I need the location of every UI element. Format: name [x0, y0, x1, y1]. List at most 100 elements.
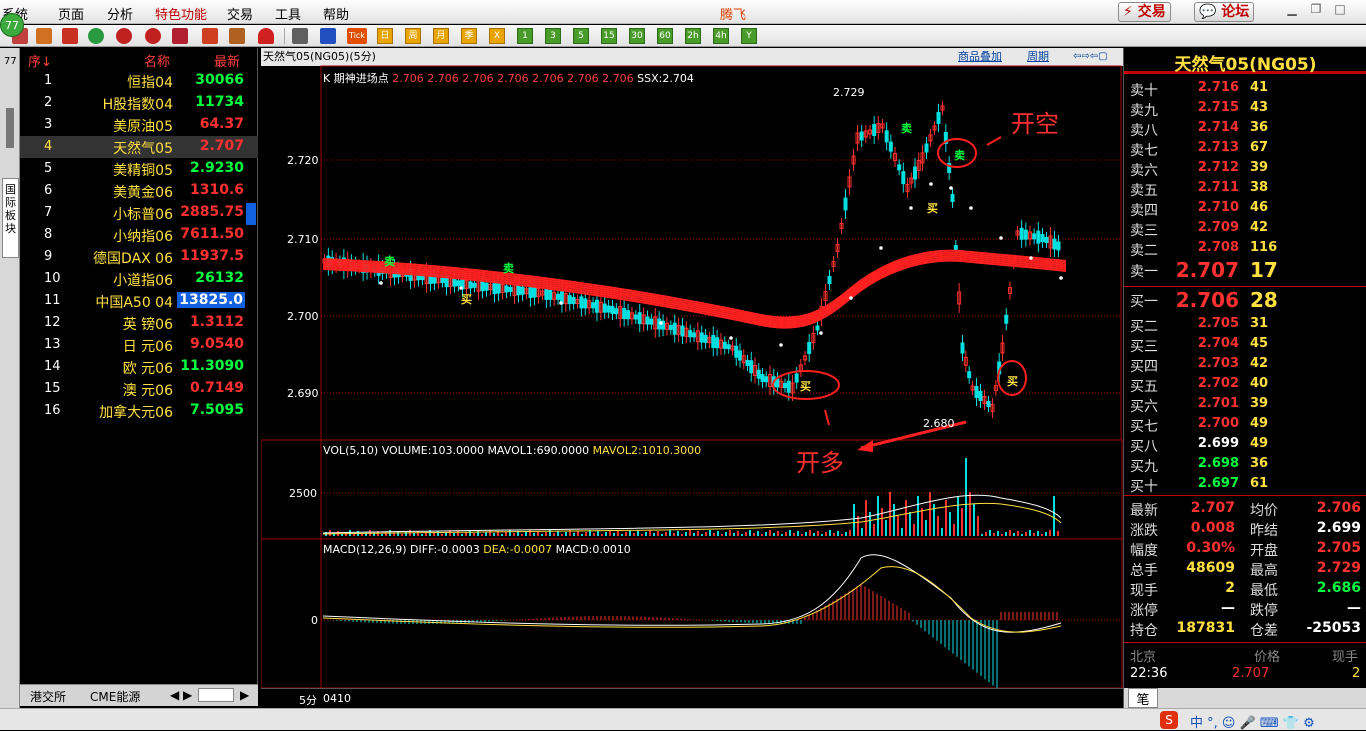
- tab-international-board[interactable]: 国际板块: [2, 178, 19, 258]
- quote-icon[interactable]: [62, 28, 78, 44]
- period-button-8[interactable]: 15: [601, 28, 617, 44]
- volume-bar: [949, 512, 951, 536]
- bid-price: 2.703: [1197, 356, 1239, 371]
- market-tabs-bar: 港交所 CME能源 ◀ ▶ ▶: [20, 684, 258, 706]
- col-name-header[interactable]: 名称: [144, 51, 170, 70]
- list-row[interactable]: 8 小纳指06 7611.50: [20, 224, 258, 246]
- zoom-out-icon[interactable]: [145, 28, 161, 44]
- volume-bar: [617, 531, 619, 536]
- ime-logo-icon[interactable]: S: [1160, 711, 1178, 729]
- list-row[interactable]: 3 美原油05 64.37: [20, 114, 258, 136]
- ime-tray-icons[interactable]: 中 °, ☺ 🎤 ⌨ 👕 ⚙: [1190, 712, 1315, 731]
- period-button-5[interactable]: 1: [517, 28, 533, 44]
- side-scroll-handle[interactable]: [6, 108, 14, 148]
- list-row[interactable]: 16 加拿大元06 7.5095: [20, 400, 258, 422]
- list-row[interactable]: 12 英 镑06 1.3112: [20, 312, 258, 334]
- bid-price: 2.699: [1197, 436, 1239, 451]
- quote-detail-panel: 天然气05(NG05) 卖十 2.716 41 卖九 2.715 43 卖八 2.714 36 卖…: [1123, 48, 1366, 708]
- period-button-0[interactable]: 日: [377, 28, 393, 44]
- restore-icon[interactable]: ❐: [1306, 2, 1326, 20]
- layout-icon[interactable]: [172, 28, 188, 44]
- list-row[interactable]: 11 中国A50 04 13825.0: [20, 290, 258, 312]
- period-button-6[interactable]: 3: [545, 28, 561, 44]
- tab-cme-energy[interactable]: CME能源: [90, 688, 140, 705]
- volume-bar: [553, 533, 555, 536]
- list-scroll-marker[interactable]: [246, 203, 256, 225]
- trend-icon[interactable]: [320, 28, 336, 44]
- period-button-4[interactable]: X: [489, 28, 505, 44]
- volume-bar: [381, 534, 383, 536]
- period-button-1[interactable]: 周: [405, 28, 421, 44]
- tab-hkex[interactable]: 港交所: [30, 688, 66, 705]
- list-row[interactable]: 4 天然气05 2.707: [20, 136, 258, 158]
- zoom-in-icon[interactable]: [116, 28, 132, 44]
- volume-bar: [1057, 531, 1059, 536]
- menu-analysis[interactable]: 分析: [107, 4, 133, 23]
- candle-body: [452, 278, 457, 287]
- volume-bar: [421, 534, 423, 536]
- col-latest-header[interactable]: 最新: [214, 51, 240, 70]
- draw-icon[interactable]: [202, 28, 218, 44]
- forum-button[interactable]: 💬 论坛: [1194, 2, 1255, 22]
- menu-tools[interactable]: 工具: [275, 4, 301, 23]
- menu-trade[interactable]: 交易: [227, 4, 253, 23]
- candle-body: [496, 282, 501, 294]
- row-price: 2885.75: [180, 204, 244, 220]
- tab-scroll-right-icon[interactable]: ▶: [240, 688, 249, 702]
- ssx-dot: [929, 182, 933, 186]
- list-row[interactable]: 6 美黄金06 1310.6: [20, 180, 258, 202]
- list-row[interactable]: 1 恒指04 30066: [20, 70, 258, 92]
- row-name: 德国DAX 06: [93, 251, 173, 267]
- minimize-icon[interactable]: ▁: [1282, 2, 1302, 20]
- bid-level: 买九 2.698 36: [1124, 454, 1366, 475]
- bid-level: 买三 2.704 45: [1124, 334, 1366, 355]
- menu-special[interactable]: 特色功能: [155, 4, 207, 23]
- volume-bar: [597, 531, 599, 536]
- tab-ticks[interactable]: 笔: [1128, 688, 1158, 708]
- list-row[interactable]: 14 欧 元06 11.3090: [20, 356, 258, 378]
- buy-signal-marker: 买: [927, 202, 938, 215]
- volume-bar: [749, 530, 751, 536]
- period-button-2[interactable]: 月: [433, 28, 449, 44]
- period-button-3[interactable]: 季: [461, 28, 477, 44]
- tab-scroll-arrows-icon[interactable]: ◀ ▶: [170, 688, 192, 702]
- list-row[interactable]: 5 美精铜05 2.9230: [20, 158, 258, 180]
- bid-price: 2.706: [1175, 288, 1239, 312]
- maximize-icon[interactable]: □: [1330, 2, 1350, 20]
- tick-time: 22:36: [1130, 666, 1168, 681]
- filter-icon[interactable]: [258, 28, 274, 44]
- list-row[interactable]: 13 日 元06 9.0540: [20, 334, 258, 356]
- buy-signal-marker: 买: [1007, 375, 1018, 388]
- tick-button[interactable]: Tick: [347, 28, 367, 44]
- candle-body: [760, 374, 765, 382]
- list-row[interactable]: 2 H股指数04 11734: [20, 92, 258, 114]
- row-name: H股指数04: [102, 97, 173, 113]
- period-button-12[interactable]: 4h: [713, 28, 729, 44]
- menu-page[interactable]: 页面: [58, 4, 84, 23]
- period-button-13[interactable]: Y: [741, 28, 757, 44]
- menu-help[interactable]: 帮助: [323, 4, 349, 23]
- period-button-7[interactable]: 5: [573, 28, 589, 44]
- chart-area[interactable]: 天然气05(NG05)(5分) 商品叠加 周期 ⇦⇨⇦▢ K 期神进场点 2.7…: [261, 48, 1123, 708]
- bid-volume: 28: [1250, 288, 1278, 312]
- trade-button[interactable]: ⚡ 交易: [1118, 2, 1171, 22]
- list-row[interactable]: 10 小道指06 26132: [20, 268, 258, 290]
- candle-body: [715, 337, 720, 349]
- period-button-11[interactable]: 2h: [685, 28, 701, 44]
- bid-volume: 61: [1250, 476, 1269, 491]
- list-row[interactable]: 15 澳 元06 0.7149: [20, 378, 258, 400]
- home-icon[interactable]: [36, 28, 52, 44]
- table-icon[interactable]: [292, 28, 308, 44]
- list-row[interactable]: 9 德国DAX 06 11937.5: [20, 246, 258, 268]
- lock-icon[interactable]: [229, 28, 245, 44]
- volume-bar: [909, 512, 911, 536]
- volume-bar: [997, 531, 999, 536]
- stat-row: 涨跌 0.008 昨结 2.699: [1124, 518, 1366, 539]
- period-button-9[interactable]: 30: [629, 28, 645, 44]
- list-row[interactable]: 7 小标普06 2885.75: [20, 202, 258, 224]
- stat-value: 187831: [1176, 620, 1235, 636]
- col-seq-header[interactable]: 序↓: [28, 51, 52, 70]
- refresh-icon[interactable]: [88, 28, 104, 44]
- tab-scrollbar[interactable]: [198, 688, 234, 702]
- period-button-10[interactable]: 60: [657, 28, 673, 44]
